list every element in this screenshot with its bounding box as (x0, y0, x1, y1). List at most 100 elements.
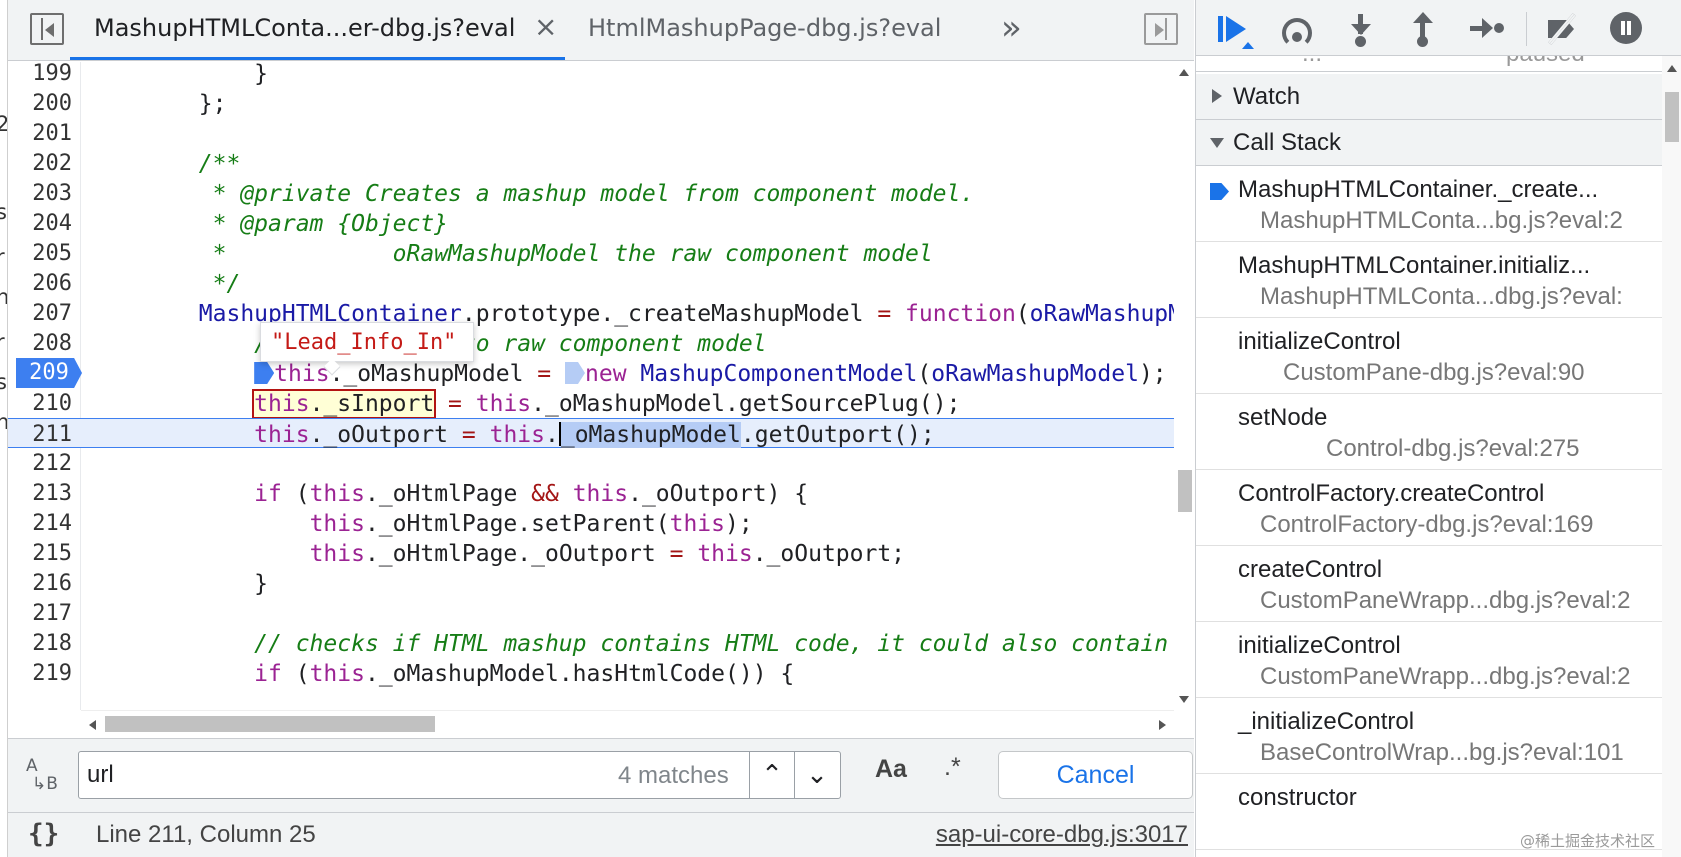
code-line[interactable]: 199 } (8, 62, 1174, 88)
code-horizontal-scrollbar[interactable] (81, 710, 1174, 738)
regex-button[interactable]: .* (944, 753, 961, 782)
call-stack-frame[interactable]: initializeControl CustomPane-dbg.js?eval:… (1196, 318, 1662, 394)
line-number[interactable]: 203 (8, 178, 72, 210)
line-number[interactable]: 204 (8, 208, 72, 240)
next-match-button[interactable]: ⌄ (794, 752, 839, 798)
execution-pointer-icon[interactable] (254, 362, 275, 384)
resume-button[interactable] (1216, 12, 1250, 46)
call-stack-frame[interactable]: MashupHTMLContainer._create... MashupHTML… (1196, 166, 1662, 242)
scroll-down-arrow-icon[interactable] (1179, 696, 1189, 703)
hovered-expression[interactable]: this._sInport (252, 389, 437, 419)
code-view[interactable]: 199 } 200 }; 201 202 /** 203 * @private Crea… (8, 62, 1174, 710)
line-number[interactable]: 215 (8, 538, 72, 570)
call-stack-frame[interactable]: initializeControl CustomPaneWrapp...dbg.j… (1196, 622, 1662, 698)
code-line[interactable]: 215 this._oHtmlPage._oOutport = this._oO… (8, 538, 1174, 568)
code-line[interactable]: 217 (8, 598, 1174, 628)
scroll-right-arrow-icon[interactable] (1159, 720, 1166, 730)
call-stack-frame[interactable]: _initializeControl BaseControlWrap...bg.j… (1196, 698, 1662, 774)
step-into-button[interactable] (1344, 12, 1378, 47)
scrollbar-thumb[interactable] (1178, 470, 1192, 512)
code-line[interactable]: 209209 this._oMashupModel = new MashupCo… (8, 358, 1174, 388)
inline-breakpoint-icon[interactable] (565, 362, 585, 384)
line-number[interactable]: 206 (8, 268, 72, 300)
frame-location-link[interactable]: CustomPaneWrapp...dbg.js?eval:2 (1260, 663, 1630, 691)
code-line[interactable]: 210 this._sInport = this._oMashupModel.g… (8, 388, 1174, 420)
toggle-navigator-icon[interactable] (30, 13, 64, 45)
frame-location-link[interactable]: CustomPaneWrapp...dbg.js?eval:2 (1260, 587, 1630, 615)
resume-dropdown-icon[interactable] (1242, 42, 1254, 49)
step-out-button[interactable] (1406, 12, 1440, 47)
tab-mashup-html-container[interactable]: MashupHTMLConta...er-dbg.js?eval (94, 0, 515, 61)
line-number[interactable]: 200 (8, 88, 72, 120)
frame-location-link[interactable]: BaseControlWrap...bg.js?eval:101 (1260, 739, 1624, 767)
line-number[interactable]: 210 (8, 388, 72, 420)
scroll-up-arrow-icon[interactable] (1667, 65, 1677, 72)
line-number[interactable]: 208 (8, 328, 72, 360)
code-line[interactable]: 212 (8, 448, 1174, 478)
sidebar-scrollbar[interactable] (1662, 56, 1681, 857)
code-token: .getOutport(); (740, 422, 935, 448)
code-vertical-scrollbar[interactable] (1174, 62, 1194, 710)
line-number[interactable]: 219 (8, 658, 72, 690)
line-number[interactable]: 214 (8, 508, 72, 540)
close-tab-icon[interactable]: × (534, 10, 557, 43)
line-number[interactable]: 211 (8, 419, 72, 451)
replace-toggle-icon[interactable]: A ↳B (26, 757, 58, 793)
code-line[interactable]: 205 * oRawMashupModel the raw component … (8, 238, 1174, 268)
step-button[interactable] (1468, 12, 1504, 46)
code-line[interactable]: 216 } (8, 568, 1174, 598)
code-line[interactable]: 202 /** (8, 148, 1174, 178)
code-line[interactable]: 206 */ (8, 268, 1174, 298)
line-number[interactable]: 212 (8, 448, 72, 480)
scrollbar-thumb[interactable] (105, 716, 435, 732)
line-number[interactable]: 202 (8, 148, 72, 180)
line-number[interactable]: 213 (8, 478, 72, 510)
scroll-up-arrow-icon[interactable] (1179, 69, 1189, 76)
code-line[interactable]: 219 if (this._oMashupModel.hasHtmlCode()… (8, 658, 1174, 688)
line-number[interactable]: 201 (8, 118, 72, 150)
previous-match-button[interactable]: ⌃ (749, 752, 794, 798)
watch-section-header[interactable]: Watch (1196, 74, 1662, 120)
step-over-button[interactable] (1280, 12, 1314, 48)
code-line[interactable]: 211 this._oOutport = this._oMashupModel.… (8, 418, 1174, 448)
scrollbar-thumb[interactable] (1665, 92, 1679, 142)
deactivate-breakpoints-button[interactable] (1546, 12, 1580, 46)
scroll-left-arrow-icon[interactable] (89, 720, 96, 730)
code-line[interactable]: 213 if (this._oHtmlPage && this._oOutpor… (8, 478, 1174, 508)
line-number[interactable]: 207 (8, 298, 72, 330)
line-number[interactable]: 205 (8, 238, 72, 270)
call-stack-section-header[interactable]: Call Stack (1196, 120, 1662, 166)
source-map-link[interactable]: sap-ui-core-dbg.js:3017 (936, 821, 1188, 849)
code-line[interactable]: 203 * @private Creates a mashup model fr… (8, 178, 1174, 208)
code-line[interactable]: 207 MashupHTMLContainer.prototype._creat… (8, 298, 1174, 328)
cancel-search-button[interactable]: Cancel (998, 751, 1193, 799)
frame-location-link[interactable]: MashupHTMLConta...bg.js?eval:2 (1260, 207, 1623, 235)
line-number[interactable]: 217 (8, 598, 72, 630)
pause-on-exceptions-button[interactable] (1610, 12, 1644, 46)
frame-location-link[interactable]: MashupHTMLConta...dbg.js?eval: (1260, 283, 1623, 311)
search-input[interactable] (87, 760, 607, 790)
code-line[interactable]: 200 }; (8, 88, 1174, 118)
pretty-print-icon[interactable]: {} (28, 819, 59, 849)
code-line[interactable]: 208 // use process to raw component mode… (8, 328, 1174, 358)
match-case-button[interactable]: Aa (875, 755, 907, 784)
call-stack-frame[interactable]: ControlFactory.createControl ControlFacto… (1196, 470, 1662, 546)
paused-line-marker[interactable]: 209 (16, 358, 82, 388)
frame-location-link[interactable]: ControlFactory-dbg.js?eval:169 (1260, 511, 1594, 539)
more-tabs-icon[interactable]: » (1001, 8, 1022, 48)
call-stack-frame[interactable]: createControl CustomPaneWrapp...dbg.js?ev… (1196, 546, 1662, 622)
code-line[interactable]: 214 this._oHtmlPage.setParent(this); (8, 508, 1174, 538)
call-stack-frame[interactable]: setNode Control-dbg.js?eval:275 (1196, 394, 1662, 470)
code-token: = (461, 422, 476, 448)
line-number[interactable]: 216 (8, 568, 72, 600)
line-number[interactable]: 218 (8, 628, 72, 660)
line-number[interactable]: 199 (8, 62, 72, 90)
frame-location-link[interactable]: CustomPane-dbg.js?eval:90 (1283, 359, 1585, 387)
call-stack-frame[interactable]: MashupHTMLContainer.initializ... MashupHT… (1196, 242, 1662, 318)
code-line[interactable]: 204 * @param {Object} (8, 208, 1174, 238)
code-line[interactable]: 201 (8, 118, 1174, 148)
code-line[interactable]: 218 // checks if HTML mashup contains HT… (8, 628, 1174, 658)
tab-html-mashup-page[interactable]: HtmlMashupPage-dbg.js?eval (588, 0, 941, 61)
frame-location-link[interactable]: Control-dbg.js?eval:275 (1326, 435, 1580, 463)
toggle-debugger-sidebar-icon[interactable] (1144, 13, 1178, 45)
